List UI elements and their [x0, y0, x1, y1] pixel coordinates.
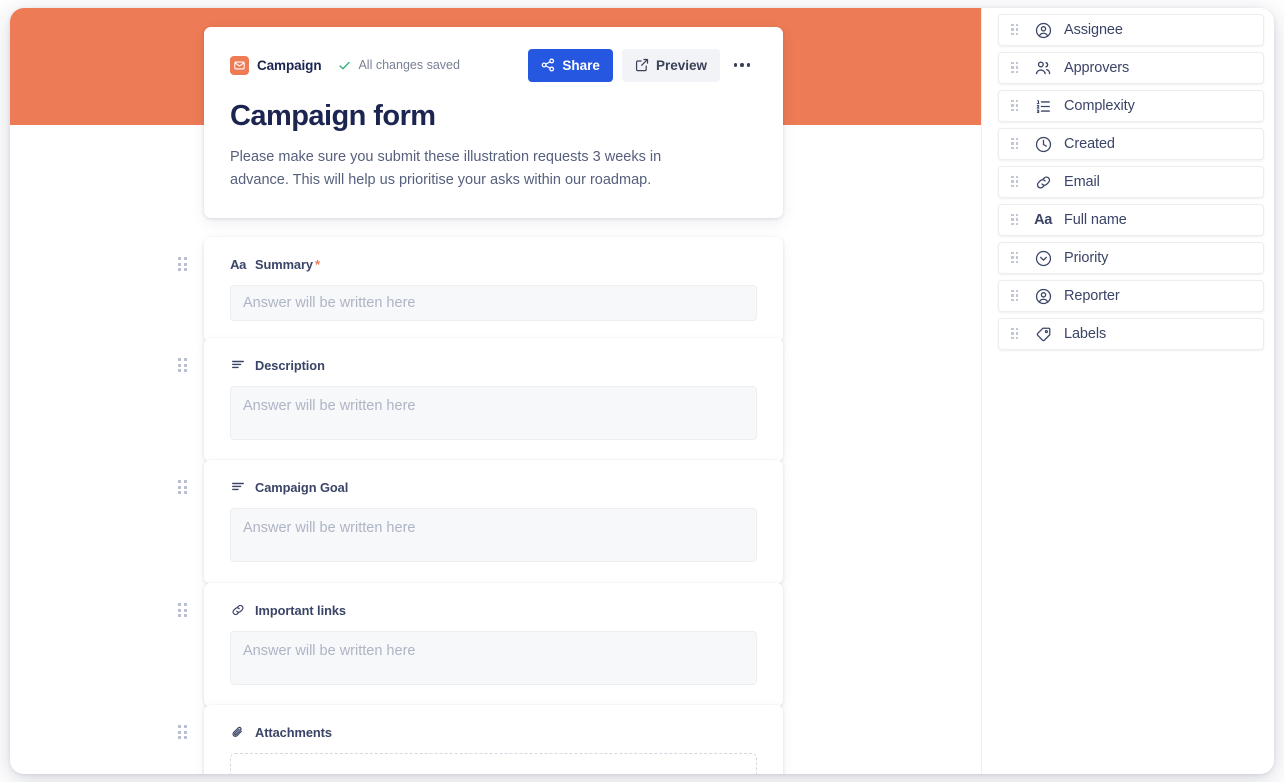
paperclip-icon: [230, 725, 246, 739]
user-circle-icon: [1033, 288, 1053, 305]
drag-handle-icon[interactable]: [1011, 327, 1020, 341]
drag-handle-icon[interactable]: [1011, 289, 1020, 303]
share-nodes-icon: [541, 58, 555, 72]
field-palette-panel: Assignee Approvers Complexity Created Em…: [981, 8, 1274, 774]
palette-item-label: Created: [1064, 136, 1115, 152]
palette-item-created[interactable]: Created: [998, 128, 1264, 160]
drag-handle-icon[interactable]: [1011, 213, 1020, 227]
answer-placeholder: Answer will be written here: [243, 398, 416, 414]
form-builder-canvas: Campaign All changes saved Share Preview…: [10, 8, 981, 774]
question-label: Attachments: [255, 724, 332, 740]
kebab-dot: [733, 63, 738, 67]
palette-item-approvers[interactable]: Approvers: [998, 52, 1264, 84]
link-icon: [230, 603, 246, 617]
page-title: Campaign form: [230, 100, 436, 132]
attachments-dropzone[interactable]: Attachments will be uploaded here: [230, 753, 757, 774]
paragraph-lines-icon: [230, 358, 246, 372]
question-label-row: Important links: [230, 601, 757, 619]
question-label: Campaign Goal: [255, 479, 349, 495]
palette-item-complexity[interactable]: Complexity: [998, 90, 1264, 122]
campaign-badge-label: Campaign: [257, 57, 322, 73]
chevron-circle-down-icon: [1033, 250, 1053, 267]
drag-handle-icon[interactable]: [1011, 137, 1020, 151]
save-status: All changes saved: [338, 58, 460, 72]
drag-handle-icon[interactable]: [178, 603, 189, 620]
palette-item-email[interactable]: Email: [998, 166, 1264, 198]
question-label-row: Description: [230, 356, 757, 374]
drag-handle-icon[interactable]: [1011, 251, 1020, 265]
palette-item-labels[interactable]: Labels: [998, 318, 1264, 350]
answer-placeholder: Answer will be written here: [243, 643, 416, 659]
question-label-row: Attachments: [230, 723, 757, 741]
campaign-badge[interactable]: Campaign: [230, 55, 322, 75]
form-toolbar: Campaign All changes saved Share Preview: [230, 48, 757, 82]
answer-input-summary[interactable]: Answer will be written here: [230, 285, 757, 321]
text-aa-icon: Aa: [230, 256, 246, 272]
app-window: Campaign All changes saved Share Preview…: [10, 8, 1274, 774]
drag-handle-icon[interactable]: [1011, 61, 1020, 75]
question-card-summary: Aa Summary * Answer will be written here: [178, 237, 783, 343]
text-aa-icon: Aa: [1034, 212, 1052, 228]
palette-item-label: Approvers: [1064, 60, 1130, 76]
answer-input-description[interactable]: Answer will be written here: [230, 386, 757, 440]
share-button[interactable]: Share: [528, 48, 613, 82]
user-circle-icon: [1033, 22, 1053, 39]
numbered-list-icon: [1033, 98, 1053, 115]
drag-handle-icon[interactable]: [1011, 23, 1020, 37]
palette-item-label: Complexity: [1064, 98, 1135, 114]
question-card-description: Description Answer will be written here: [178, 338, 783, 462]
palette-item-label: Reporter: [1064, 288, 1120, 304]
external-link-icon: [635, 58, 649, 72]
palette-item-label: Assignee: [1064, 22, 1123, 38]
preview-button[interactable]: Preview: [621, 48, 720, 82]
question-label: Description: [255, 357, 325, 373]
drag-handle-icon[interactable]: [178, 480, 189, 497]
palette-item-full-name[interactable]: Aa Full name: [998, 204, 1264, 236]
answer-input-campaign-goal[interactable]: Answer will be written here: [230, 508, 757, 562]
required-marker: *: [314, 256, 321, 272]
drag-handle-icon[interactable]: [178, 257, 189, 274]
drag-handle-icon[interactable]: [1011, 175, 1020, 189]
envelope-icon: [230, 55, 249, 75]
question-card-attachments: Attachments Attachments will be uploaded…: [178, 705, 783, 774]
clock-icon: [1033, 136, 1053, 153]
question-label-row: Aa Summary *: [230, 255, 757, 273]
form-description: Please make sure you submit these illust…: [230, 149, 662, 189]
answer-input-important-links[interactable]: Answer will be written here: [230, 631, 757, 685]
drag-handle-icon[interactable]: [178, 358, 189, 375]
answer-placeholder: Answer will be written here: [243, 520, 416, 536]
preview-button-label: Preview: [655, 57, 707, 73]
check-icon: [338, 59, 351, 72]
share-button-label: Share: [562, 57, 600, 73]
palette-item-priority[interactable]: Priority: [998, 242, 1264, 274]
palette-item-reporter[interactable]: Reporter: [998, 280, 1264, 312]
question-label: Important links: [255, 602, 346, 618]
kebab-dot: [740, 63, 744, 67]
save-status-label: All changes saved: [358, 58, 460, 72]
drag-handle-icon[interactable]: [1011, 99, 1020, 113]
palette-item-label: Labels: [1064, 326, 1107, 342]
kebab-dot: [746, 63, 751, 67]
palette-item-label: Email: [1064, 174, 1100, 190]
question-label: Summary: [255, 256, 313, 272]
tag-icon: [1033, 326, 1053, 343]
paragraph-lines-icon: [230, 480, 246, 494]
question-card-important-links: Important links Answer will be written h…: [178, 583, 783, 707]
drag-handle-icon[interactable]: [178, 725, 189, 742]
users-group-icon: [1033, 59, 1053, 77]
question-label-row: Campaign Goal: [230, 478, 757, 496]
link-icon: [1033, 174, 1053, 191]
question-card-campaign-goal: Campaign Goal Answer will be written her…: [178, 460, 783, 584]
palette-item-label: Priority: [1064, 250, 1109, 266]
kebab-menu-icon[interactable]: [727, 50, 757, 80]
form-header-card: Campaign All changes saved Share Preview…: [204, 27, 783, 219]
palette-item-label: Full name: [1064, 212, 1127, 228]
palette-item-assignee[interactable]: Assignee: [998, 14, 1264, 46]
answer-placeholder: Answer will be written here: [243, 295, 416, 311]
